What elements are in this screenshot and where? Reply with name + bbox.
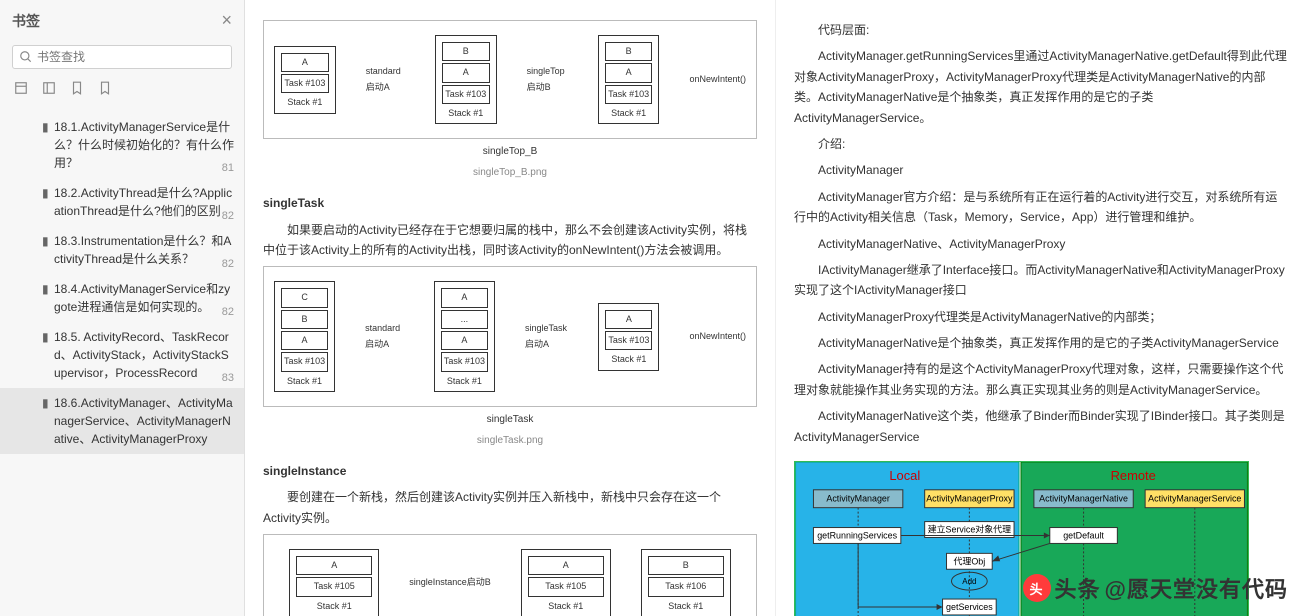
svg-text:getRunningServices: getRunningServices	[817, 531, 897, 541]
svg-text:ActivityManagerService: ActivityManagerService	[1148, 494, 1241, 504]
paragraph: 要创建在一个新栈，然后创建该Activity实例并压入新栈中，新栈中只会存在这一…	[263, 487, 757, 528]
bullet-icon: ▮	[42, 120, 49, 134]
bookmark-icon[interactable]	[70, 81, 84, 98]
svg-text:Local: Local	[889, 468, 920, 483]
watermark: 头 头条 @愿天堂没有代码	[1023, 572, 1288, 604]
svg-text:ActivityManagerNative: ActivityManagerNative	[1039, 494, 1128, 504]
diagram-singleinstance: ATask #105Stack #1 singleInstance启动B ATa…	[263, 534, 757, 616]
svg-text:Remote: Remote	[1111, 468, 1156, 483]
svg-text:ActivityManagerProxy: ActivityManagerProxy	[926, 494, 1013, 504]
toutiao-logo-icon: 头	[1023, 574, 1051, 602]
bookmark-outline-icon[interactable]	[98, 81, 112, 98]
svg-text:Add: Add	[962, 577, 976, 586]
bookmarks-sidebar: 书签 × ▮18.1.ActivityManagerService是什么？什么时…	[0, 0, 245, 616]
bullet-icon: ▮	[42, 186, 49, 200]
list-item[interactable]: ▮18.4.ActivityManagerService和zygote进程通信是…	[0, 274, 244, 322]
caption: singleTask.png	[263, 432, 757, 449]
page-left: ATask #103Stack #1 standard启动A BATask #1…	[245, 0, 776, 616]
diagram-singletask: CBATask #103Stack #1 standard启动A A...ATa…	[263, 266, 757, 406]
search-input[interactable]	[37, 50, 225, 64]
search-icon	[19, 50, 33, 64]
section-heading: singleTask	[263, 193, 757, 213]
search-input-wrapper[interactable]	[12, 45, 232, 69]
expand-icon[interactable]	[14, 81, 28, 98]
bullet-icon: ▮	[42, 234, 49, 248]
sidebar-toolbar	[0, 77, 244, 108]
page-right: 代码层面: ActivityManager.getRunningServices…	[776, 0, 1306, 616]
caption: singleTop_B.png	[263, 164, 757, 181]
bullet-icon: ▮	[42, 330, 49, 344]
close-icon[interactable]: ×	[221, 10, 232, 31]
list-item[interactable]: ▮18.3.Instrumentation是什么？和ActivityThread…	[0, 226, 244, 274]
section-heading: singleInstance	[263, 461, 757, 481]
list-item[interactable]: ▮18.2.ActivityThread是什么?ApplicationThrea…	[0, 178, 244, 226]
bookmark-list: ▮18.1.ActivityManagerService是什么？什么时候初始化的…	[0, 108, 244, 616]
svg-text:getDefault: getDefault	[1063, 531, 1104, 541]
sidebar-title: 书签	[12, 11, 40, 31]
bullet-icon: ▮	[42, 396, 49, 410]
list-item[interactable]: ▮18.5. ActivityRecord、TaskRecord、Activit…	[0, 322, 244, 388]
bullet-icon: ▮	[42, 282, 49, 296]
diagram-singletop: ATask #103Stack #1 standard启动A BATask #1…	[263, 20, 757, 139]
list-item[interactable]: ▮18.6.ActivityManager、ActivityManagerSer…	[0, 388, 244, 454]
collapse-icon[interactable]	[42, 81, 56, 98]
paragraph: 如果要启动的Activity已经存在于它想要归属的栈中，那么不会创建该Activ…	[263, 220, 757, 261]
svg-text:ActivityManager: ActivityManager	[826, 494, 889, 504]
svg-text:getServices: getServices	[946, 602, 993, 612]
svg-text:代理Obj: 代理Obj	[953, 556, 985, 566]
svg-text:建立Service对象代理: 建立Service对象代理	[928, 524, 1011, 535]
document-content: ATask #103Stack #1 standard启动A BATask #1…	[245, 0, 1306, 616]
list-item[interactable]: ▮18.1.ActivityManagerService是什么？什么时候初始化的…	[0, 112, 244, 178]
